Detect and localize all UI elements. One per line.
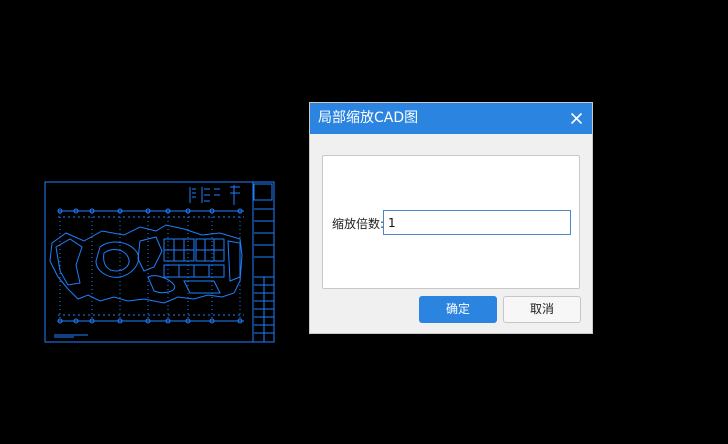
zoom-cad-dialog: 局部缩放CAD图 缩放倍数: 确定 取消 [309,102,593,334]
confirm-button[interactable]: 确定 [419,296,497,323]
legend-marks [189,185,240,205]
dialog-title: 局部缩放CAD图 [318,110,419,126]
dialog-content-panel: 缩放倍数: [322,155,580,289]
close-icon[interactable] [568,110,585,127]
zoom-factor-label: 缩放倍数: [332,217,385,231]
zoom-factor-input[interactable] [383,210,571,235]
cad-canvas[interactable]: 局部缩放CAD图 缩放倍数: 确定 取消 [0,0,728,444]
dialog-titlebar[interactable]: 局部缩放CAD图 [310,103,592,134]
cancel-button[interactable]: 取消 [503,296,581,323]
grid-lines [59,213,241,319]
cad-drawing-thumbnail[interactable] [44,181,275,343]
